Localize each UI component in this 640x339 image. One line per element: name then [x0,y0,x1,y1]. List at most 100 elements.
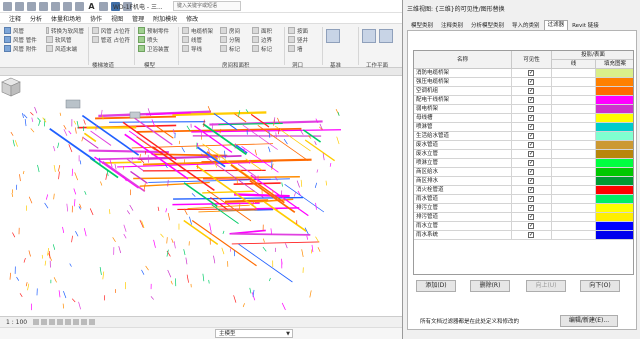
ribbon-item[interactable]: 标记 [220,44,250,53]
crop-icon[interactable] [73,319,80,325]
visibility-checkbox[interactable]: ✓ [528,88,534,94]
visibility-checkbox[interactable]: ✓ [528,178,534,184]
fill-pattern-swatch[interactable] [596,69,633,77]
line-override-cell[interactable] [552,69,596,77]
edit-new-button[interactable]: 编辑/新建(E)... [560,315,618,327]
add-button[interactable]: 添加(D) [416,280,456,292]
fill-pattern-swatch[interactable] [596,132,633,140]
filter-row[interactable]: 母线槽 ✓ [414,114,633,123]
ribbon-item[interactable]: 墙 [288,44,318,53]
line-override-cell[interactable] [552,159,596,167]
ribbon-item[interactable]: 风管 [4,26,44,35]
app-menu-icon[interactable] [3,1,12,11]
line-override-cell[interactable] [552,177,596,185]
line-override-cell[interactable] [552,186,596,194]
line-override-cell[interactable] [552,168,596,176]
fill-pattern-swatch[interactable] [596,186,633,194]
tab-addins[interactable]: 附加模块 [153,14,177,23]
detail-level-icon[interactable] [33,319,40,325]
line-override-cell[interactable] [552,87,596,95]
filter-row[interactable]: 排污立管 ✓ [414,204,633,213]
ribbon-item[interactable]: 标记 [252,44,282,53]
visibility-checkbox[interactable]: ✓ [528,214,534,220]
filter-row[interactable]: 消火栓管道 ✓ [414,186,633,195]
sun-path-icon[interactable] [49,319,56,325]
open-icon[interactable] [15,1,24,11]
visibility-checkbox[interactable]: ✓ [528,187,534,193]
tab-analytical-categories[interactable]: 分析模型类别 [467,21,508,30]
tab-annotation-categories[interactable]: 注释类别 [437,21,467,30]
filter-row[interactable]: 弱电桥架 ✓ [414,105,633,114]
line-override-cell[interactable] [552,123,596,131]
delete-button[interactable]: 删除(R) [470,280,510,292]
fill-pattern-swatch[interactable] [596,231,633,239]
visibility-checkbox[interactable]: ✓ [528,223,534,229]
ribbon-item[interactable]: 卫浴装置 [138,44,174,53]
filter-row[interactable]: 排污管道 ✓ [414,213,633,222]
fill-pattern-swatch[interactable] [596,195,633,203]
visibility-checkbox[interactable]: ✓ [528,151,534,157]
ribbon-item[interactable]: 边界 [252,35,282,44]
ribbon-item[interactable]: 按面 [288,26,318,35]
fill-pattern-swatch[interactable] [596,168,633,176]
fill-pattern-swatch[interactable] [596,96,633,104]
move-up-button[interactable]: 向上(U) [526,280,566,292]
undo-icon[interactable] [39,1,48,11]
ribbon-item[interactable] [362,26,402,46]
visibility-checkbox[interactable]: ✓ [528,205,534,211]
line-override-cell[interactable] [552,114,596,122]
fill-pattern-swatch[interactable] [596,213,633,221]
tab-analyze[interactable]: 分析 [30,14,42,23]
visibility-checkbox[interactable]: ✓ [528,142,534,148]
filter-row[interactable]: 雨水管道 ✓ [414,195,633,204]
line-override-cell[interactable] [552,222,596,230]
search-input[interactable]: 键入关键字或短语⚲ [173,1,241,11]
filter-row[interactable]: 商区排水 ✓ [414,177,633,186]
move-down-button[interactable]: 向下(O) [580,280,620,292]
save-icon[interactable] [27,1,36,11]
filter-row[interactable]: 喷淋立管 ✓ [414,159,633,168]
visibility-checkbox[interactable]: ✓ [528,97,534,103]
fill-pattern-swatch[interactable] [596,204,633,212]
ribbon-item[interactable]: 喷头 [138,35,174,44]
ribbon-item[interactable]: 竖井 [288,35,318,44]
tab-modify[interactable]: 修改 [186,14,198,23]
model-selector[interactable]: 主模型 ▼ [215,329,293,338]
fill-pattern-swatch[interactable] [596,159,633,167]
ribbon-item[interactable] [326,26,360,46]
ribbon-item[interactable]: 线管 [182,35,218,44]
shadows-icon[interactable] [57,319,64,325]
tab-massing[interactable]: 体量和场地 [51,14,81,23]
visibility-checkbox[interactable]: ✓ [528,133,534,139]
ribbon-item[interactable]: 面积 [252,26,282,35]
ribbon-item[interactable]: 管道 占位符 [92,35,130,44]
ribbon-item[interactable]: 软风管 [46,35,84,44]
ribbon-item[interactable]: 电缆桥架 [182,26,218,35]
line-override-cell[interactable] [552,78,596,86]
visibility-checkbox[interactable]: ✓ [528,124,534,130]
filter-row[interactable]: 空调机组 ✓ [414,87,633,96]
fill-pattern-swatch[interactable] [596,123,633,131]
visibility-checkbox[interactable]: ✓ [528,115,534,121]
fill-pattern-swatch[interactable] [596,78,633,86]
tab-view[interactable]: 视图 [111,14,123,23]
visibility-checkbox[interactable]: ✓ [528,232,534,238]
line-override-cell[interactable] [552,195,596,203]
ribbon-item[interactable]: 转换为软风管 [46,26,84,35]
filter-row[interactable]: 废水管道 ✓ [414,141,633,150]
redo-icon[interactable] [51,1,60,11]
ribbon-item[interactable]: 风管 占位符 [92,26,130,35]
visibility-checkbox[interactable]: ✓ [528,70,534,76]
line-override-cell[interactable] [552,105,596,113]
line-override-cell[interactable] [552,213,596,221]
render-icon[interactable] [65,319,72,325]
fill-pattern-swatch[interactable] [596,222,633,230]
view-scale[interactable]: 1 : 100 [6,319,27,326]
line-override-cell[interactable] [552,150,596,158]
ribbon-item[interactable]: 风管 管件 [4,35,44,44]
fill-pattern-swatch[interactable] [596,87,633,95]
visibility-checkbox[interactable]: ✓ [528,196,534,202]
visual-style-icon[interactable] [41,319,48,325]
tab-manage[interactable]: 管理 [132,14,144,23]
fill-pattern-swatch[interactable] [596,150,633,158]
